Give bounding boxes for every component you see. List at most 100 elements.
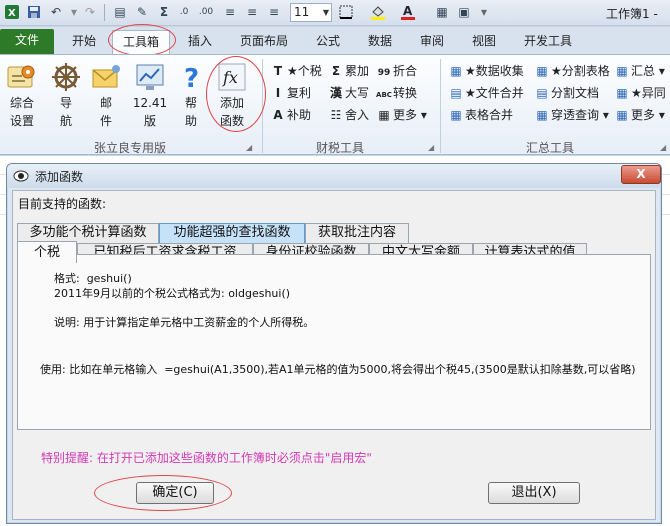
- version-label-2: 版: [143, 114, 156, 128]
- split-doc-button[interactable]: ▤ 分割文档: [534, 83, 599, 103]
- qat-separator: [104, 4, 105, 21]
- group-launcher-icon[interactable]: ◢: [660, 143, 666, 152]
- tab-view[interactable]: 视图: [462, 30, 506, 54]
- mail-icon: [90, 61, 122, 93]
- close-button[interactable]: X: [621, 165, 661, 184]
- grid-icon: ▦: [450, 64, 462, 78]
- font-size-select[interactable]: 11 ▼: [290, 3, 332, 22]
- table-merge-button[interactable]: ▦ 表格合并: [448, 105, 513, 125]
- mail-button[interactable]: 邮 件: [88, 61, 124, 129]
- sigma-icon: Σ: [331, 64, 341, 78]
- font-color-icon[interactable]: A: [400, 4, 416, 20]
- help-button[interactable]: ? 帮 助: [176, 61, 206, 129]
- split-doc-label: 分割文档: [551, 86, 600, 100]
- summary-button[interactable]: ▦ 汇总 ▾: [614, 61, 665, 81]
- align-center-icon[interactable]: ≡: [244, 4, 260, 20]
- table-icon[interactable]: ▦: [434, 4, 450, 20]
- han-character-icon: 漢: [329, 86, 342, 100]
- svg-text:fx: fx: [222, 68, 238, 87]
- autosum-icon[interactable]: Σ: [156, 4, 172, 20]
- ship-wheel-icon: [50, 61, 82, 93]
- more-summary-button[interactable]: ▦ 更多 ▾: [614, 105, 665, 125]
- undo-dropdown-icon[interactable]: ▾: [66, 4, 82, 20]
- tab-lookup-functions[interactable]: 功能超强的查找函数: [159, 223, 305, 243]
- document-icon: ▤: [536, 86, 548, 100]
- tab-multi-tax-functions[interactable]: 多功能个税计算函数: [17, 223, 159, 243]
- tab-file[interactable]: 文件: [0, 29, 54, 54]
- print-preview-icon[interactable]: ▤: [112, 4, 128, 20]
- settings-button[interactable]: 综合 设置: [4, 61, 40, 129]
- uppercase-button[interactable]: 漢大写: [328, 83, 369, 103]
- navigation-label-1: 导: [59, 96, 72, 110]
- uppercase-label: 大写: [345, 86, 370, 100]
- dialog-titlebar[interactable]: 添加函数 X: [7, 164, 661, 188]
- undo-icon[interactable]: ↶: [48, 4, 64, 20]
- group-label-summary: 汇总工具: [525, 141, 574, 155]
- align-right-icon[interactable]: ≡: [266, 4, 282, 20]
- increase-decimal-icon[interactable]: .0: [176, 4, 192, 20]
- compound-interest-button[interactable]: I 复利: [270, 83, 311, 103]
- more-tax-button[interactable]: ▦ 更多 ▾: [376, 105, 427, 125]
- usage-line: 使用: 比如在单元格输入 =geshui(A1,3500),若A1单元格的值为5…: [40, 363, 636, 376]
- document-icon: ▤: [450, 86, 462, 100]
- data-collect-button[interactable]: ▦ ★数据收集: [448, 61, 524, 81]
- more-summary-label: 更多 ▾: [631, 108, 665, 122]
- accumulate-button[interactable]: Σ 累加: [328, 61, 369, 81]
- convert-rate-button[interactable]: 99 折合: [376, 61, 417, 81]
- group-separator: [262, 59, 263, 153]
- description-line: 说明: 用于计算指定单元格中工资薪金的个人所得税。: [54, 316, 315, 329]
- version-button[interactable]: 12.41 版: [128, 61, 172, 129]
- group-label-zhang: 张立良专用版: [93, 141, 166, 155]
- tab-tax[interactable]: 个税: [17, 241, 77, 263]
- tab-formulas[interactable]: 公式: [306, 30, 350, 54]
- allowance-button[interactable]: A 补助: [270, 105, 311, 125]
- redo-icon[interactable]: ↷: [82, 4, 98, 20]
- diff-button[interactable]: ▦ ★异同: [614, 83, 665, 103]
- group-separator: [440, 59, 441, 153]
- excel-logo-icon[interactable]: X: [4, 4, 20, 20]
- tab-data[interactable]: 数据: [358, 30, 402, 54]
- tab-home[interactable]: 开始: [62, 30, 106, 54]
- workbook-title: 工作簿1 -: [606, 7, 658, 21]
- letter-a-icon: A: [273, 108, 283, 122]
- help-label-2: 助: [184, 114, 197, 128]
- align-left-icon[interactable]: ≡: [222, 4, 238, 20]
- drill-query-label: 穿透查询 ▾: [551, 108, 609, 122]
- add-function-button[interactable]: fx 添加 函数: [214, 61, 250, 129]
- svg-text:?: ?: [184, 64, 199, 93]
- tax-button[interactable]: T ★个税: [270, 61, 322, 81]
- grid-icon: ▦: [450, 108, 462, 122]
- format-line: 格式: geshui(): [54, 272, 132, 285]
- split-table-button[interactable]: ▦ ★分割表格: [534, 61, 609, 81]
- data-collect-label: ★数据收集: [465, 64, 524, 78]
- grid-icon: ▦: [536, 64, 548, 78]
- insert-chart-icon[interactable]: ▣: [456, 4, 472, 20]
- fill-color-icon[interactable]: [370, 4, 386, 20]
- tab-insert[interactable]: 插入: [178, 30, 222, 54]
- old-format-line: 2011年9月以前的个税公式格式为: oldgeshui(): [54, 287, 291, 300]
- exit-button[interactable]: 退出(X): [488, 482, 580, 504]
- group-launcher-icon[interactable]: ◢: [246, 143, 252, 152]
- format-painter-icon[interactable]: ✎: [134, 4, 150, 20]
- tab-toolbox[interactable]: 工具箱: [112, 30, 170, 54]
- help-label-1: 帮: [184, 96, 197, 110]
- tax-icon: T: [273, 64, 283, 78]
- transform-button[interactable]: ABC转换: [376, 83, 417, 103]
- borders-icon[interactable]: [338, 4, 354, 20]
- decrease-decimal-icon[interactable]: .00: [198, 4, 214, 20]
- tab-get-comment[interactable]: 获取批注内容: [305, 223, 409, 243]
- ok-button[interactable]: 确定(C): [136, 482, 214, 504]
- tab-page-layout[interactable]: 页面布局: [234, 30, 294, 54]
- tab-review[interactable]: 审阅: [410, 30, 454, 54]
- group-launcher-icon[interactable]: ◢: [428, 143, 434, 152]
- tab-developer[interactable]: 开发工具: [516, 30, 580, 54]
- dialog-body: 目前支持的函数: 多功能个税计算函数 功能超强的查找函数 获取批注内容 个税 已…: [12, 190, 656, 520]
- drill-query-button[interactable]: ▦ 穿透查询 ▾: [534, 105, 609, 125]
- function-detail-panel: 格式: geshui() 2011年9月以前的个税公式格式为: oldgeshu…: [17, 254, 651, 430]
- save-icon[interactable]: [26, 4, 42, 20]
- navigation-button[interactable]: 导 航: [48, 61, 84, 129]
- convert-rate-label: 折合: [393, 64, 418, 78]
- file-merge-button[interactable]: ▤ ★文件合并: [448, 83, 523, 103]
- customize-qat-icon[interactable]: ▾: [476, 4, 492, 20]
- rounding-button[interactable]: ☷ 舍入: [328, 105, 369, 125]
